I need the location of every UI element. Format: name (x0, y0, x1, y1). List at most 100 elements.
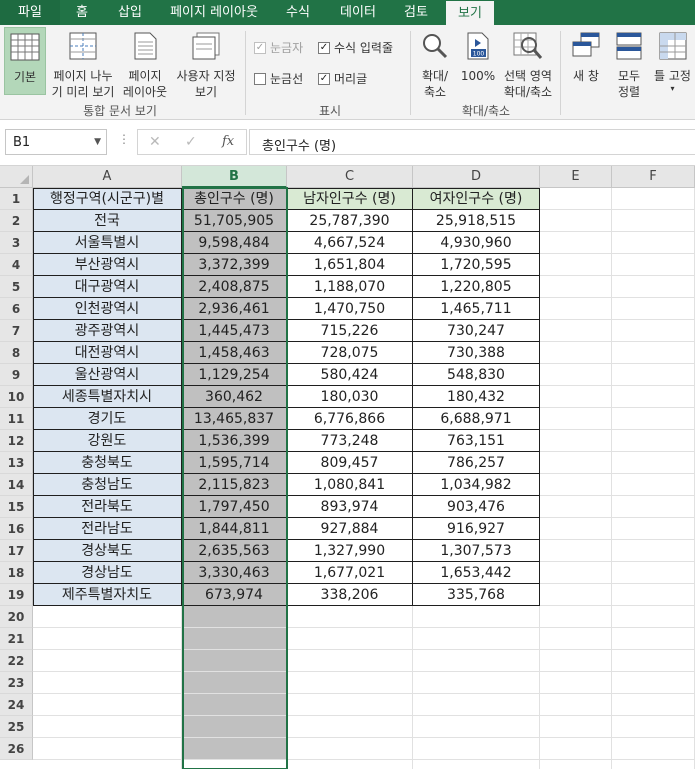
normal-view-button[interactable]: 기본 (4, 27, 46, 95)
region-name-cell[interactable]: 인천광역시 (33, 298, 181, 320)
population-cell[interactable]: 548,830 (413, 364, 539, 386)
row-header[interactable]: 10 (0, 386, 33, 408)
region-name-cell[interactable]: 부산광역시 (33, 254, 181, 276)
population-cell[interactable]: 773,248 (287, 430, 412, 452)
tab-review[interactable]: 검토 (394, 0, 438, 25)
population-cell[interactable]: 916,927 (413, 518, 539, 540)
population-cell[interactable]: 1,797,450 (182, 496, 286, 518)
insert-function-icon[interactable]: fx (222, 134, 234, 149)
column-header-e[interactable]: E (540, 166, 612, 188)
population-cell[interactable]: 1,080,841 (287, 474, 412, 496)
population-cell[interactable]: 1,677,021 (287, 562, 412, 584)
row-header[interactable]: 25 (0, 716, 33, 738)
tab-data[interactable]: 데이터 (330, 0, 386, 25)
row-header[interactable]: 6 (0, 298, 33, 320)
region-name-cell[interactable]: 울산광역시 (33, 364, 181, 386)
row-header[interactable]: 26 (0, 738, 33, 760)
row-header[interactable]: 13 (0, 452, 33, 474)
row-header[interactable]: 15 (0, 496, 33, 518)
population-cell[interactable]: 360,462 (182, 386, 286, 408)
row-header[interactable]: 5 (0, 276, 33, 298)
population-cell[interactable]: 730,388 (413, 342, 539, 364)
population-cell[interactable]: 9,598,484 (182, 232, 286, 254)
arrange-all-button[interactable]: 모두 정렬 (610, 27, 648, 99)
population-cell[interactable]: 1,651,804 (287, 254, 412, 276)
population-cell[interactable]: 25,787,390 (287, 210, 412, 232)
confirm-icon[interactable]: ✓ (185, 134, 197, 150)
row-header[interactable]: 17 (0, 540, 33, 562)
region-name-cell[interactable]: 서울특별시 (33, 232, 181, 254)
population-cell[interactable]: 1,595,714 (182, 452, 286, 474)
region-name-cell[interactable]: 충청북도 (33, 452, 181, 474)
population-cell[interactable]: 673,974 (182, 584, 286, 606)
column-header-d[interactable]: D (413, 166, 540, 188)
region-name-cell[interactable]: 전국 (33, 210, 181, 232)
zoom-to-selection-button[interactable]: 선택 영역 확대/축소 (500, 27, 556, 99)
population-cell[interactable]: 2,936,461 (182, 298, 286, 320)
population-cell[interactable]: 338,206 (287, 584, 412, 606)
column-header-a[interactable]: A (33, 166, 182, 188)
row-header[interactable]: 19 (0, 584, 33, 606)
population-cell[interactable]: 180,030 (287, 386, 412, 408)
population-cell[interactable]: 1,720,595 (413, 254, 539, 276)
region-name-cell[interactable]: 제주특별자치도 (33, 584, 181, 606)
page-layout-view-button[interactable]: 페이지 레이아웃 (120, 27, 170, 99)
population-cell[interactable]: 1,458,463 (182, 342, 286, 364)
population-cell[interactable]: 13,465,837 (182, 408, 286, 430)
zoom-100-button[interactable]: 100 100% (458, 27, 498, 99)
region-name-cell[interactable]: 대전광역시 (33, 342, 181, 364)
region-name-cell[interactable]: 경기도 (33, 408, 181, 430)
population-cell[interactable]: 1,129,254 (182, 364, 286, 386)
population-cell[interactable]: 3,330,463 (182, 562, 286, 584)
row-header[interactable]: 22 (0, 650, 33, 672)
region-name-cell[interactable]: 세종특별자치시 (33, 386, 181, 408)
population-cell[interactable]: 51,705,905 (182, 210, 286, 232)
column-header-b[interactable]: B (182, 166, 287, 188)
population-cell[interactable]: 4,930,960 (413, 232, 539, 254)
population-cell[interactable]: 786,257 (413, 452, 539, 474)
population-cell[interactable]: 2,635,563 (182, 540, 286, 562)
ruler-checkbox[interactable]: ✓ 눈금자 (254, 39, 303, 56)
column-header-f[interactable]: F (612, 166, 695, 188)
region-name-cell[interactable]: 강원도 (33, 430, 181, 452)
freeze-panes-button[interactable]: 틀 고정 ▾ (650, 27, 695, 99)
tab-view[interactable]: 보기 (446, 0, 494, 25)
more-options-icon[interactable]: ⋮ (118, 132, 130, 146)
table-header-cell[interactable]: 행정구역(시군구)별 (33, 188, 181, 210)
population-cell[interactable]: 1,327,990 (287, 540, 412, 562)
cancel-icon[interactable]: ✕ (149, 134, 161, 150)
population-cell[interactable]: 1,220,805 (413, 276, 539, 298)
select-all-corner[interactable] (0, 166, 33, 188)
row-header[interactable]: 21 (0, 628, 33, 650)
row-header[interactable]: 20 (0, 606, 33, 628)
population-cell[interactable]: 6,688,971 (413, 408, 539, 430)
row-header[interactable]: 16 (0, 518, 33, 540)
tab-insert[interactable]: 삽입 (108, 0, 152, 25)
row-header[interactable]: 8 (0, 342, 33, 364)
population-cell[interactable]: 1,465,711 (413, 298, 539, 320)
row-header[interactable]: 24 (0, 694, 33, 716)
population-cell[interactable]: 4,667,524 (287, 232, 412, 254)
region-name-cell[interactable]: 광주광역시 (33, 320, 181, 342)
new-window-button[interactable]: 새 창 (566, 27, 606, 99)
population-cell[interactable]: 1,653,442 (413, 562, 539, 584)
population-cell[interactable]: 1,445,473 (182, 320, 286, 342)
population-cell[interactable]: 2,115,823 (182, 474, 286, 496)
population-cell[interactable]: 1,034,982 (413, 474, 539, 496)
population-cell[interactable]: 1,536,399 (182, 430, 286, 452)
population-cell[interactable]: 1,844,811 (182, 518, 286, 540)
row-header[interactable]: 7 (0, 320, 33, 342)
row-header[interactable]: 4 (0, 254, 33, 276)
table-header-cell[interactable]: 남자인구수 (명) (287, 188, 412, 210)
table-header-cell[interactable]: 총인구수 (명) (182, 188, 286, 210)
tab-file[interactable]: 파일 (0, 0, 60, 25)
chevron-down-icon[interactable]: ▼ (94, 137, 101, 147)
population-cell[interactable]: 1,470,750 (287, 298, 412, 320)
row-header[interactable]: 3 (0, 232, 33, 254)
headings-checkbox[interactable]: ✓ 머리글 (318, 70, 367, 87)
gridlines-checkbox[interactable]: 눈금선 (254, 70, 303, 87)
row-header[interactable]: 1 (0, 188, 33, 210)
population-cell[interactable]: 763,151 (413, 430, 539, 452)
tab-formulas[interactable]: 수식 (276, 0, 320, 25)
column-header-c[interactable]: C (287, 166, 413, 188)
